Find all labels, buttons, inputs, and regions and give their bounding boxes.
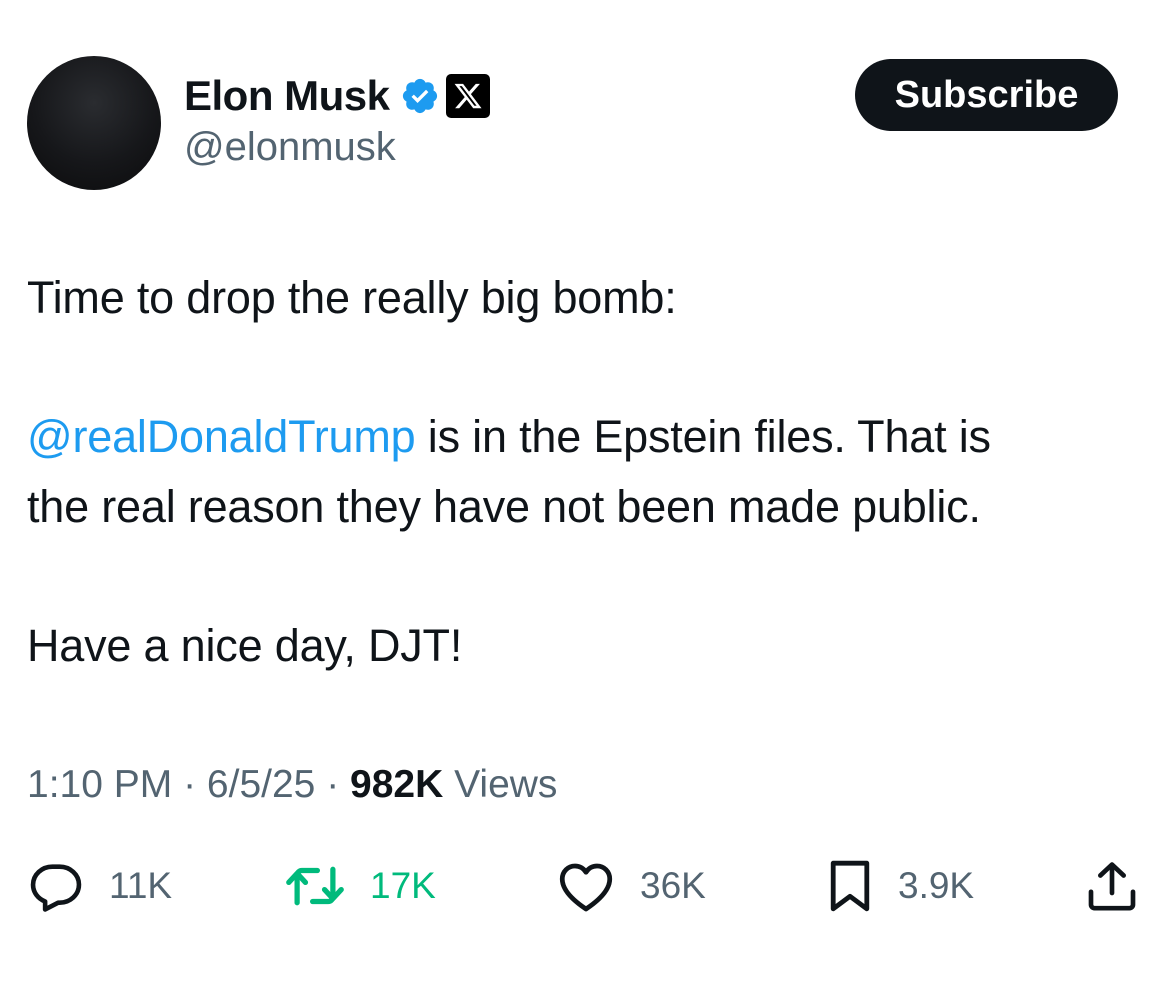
tweet-text-fragment: is in the Epstein files. That is [415,411,991,462]
avatar[interactable] [27,56,161,190]
repost-count: 17K [370,865,436,906]
meta-separator: · [172,763,207,806]
reply-button[interactable]: 11K [27,858,172,914]
views-label[interactable]: Views [443,763,557,806]
like-count: 36K [640,865,706,906]
mention-link[interactable]: @realDonaldTrump [27,411,416,462]
share-icon [1084,857,1140,915]
tweet-meta: 1:10 PM · 6/5/25 · 982K Views [27,759,557,811]
repost-button[interactable]: 17K [284,858,436,914]
bookmark-count: 3.9K [898,865,975,906]
tweet-date[interactable]: 6/5/25 [207,763,315,806]
tweet-time[interactable]: 1:10 PM [27,763,172,806]
reply-icon [27,857,85,915]
tweet-text-line: Have a nice day, DJT! [27,620,463,671]
display-name[interactable]: Elon Musk [184,72,390,120]
like-button[interactable]: 36K [556,858,706,914]
tweet-text-line: @realDonaldTrump is in the Epstein files… [27,402,991,472]
meta-separator: · [315,763,351,806]
subscribe-button[interactable]: Subscribe [855,59,1118,131]
reply-count: 11K [109,865,173,906]
author-handle[interactable]: @elonmusk [184,125,396,170]
share-button[interactable] [1084,858,1140,914]
tweet-text-line: the real reason they have not been made … [27,481,981,532]
bookmark-icon [826,856,874,916]
tweet-text-line: Time to drop the really big bomb: [27,272,677,323]
bookmark-button[interactable]: 3.9K [826,858,974,914]
verified-badge-icon[interactable] [400,76,440,116]
repost-icon [284,857,346,915]
views-count[interactable]: 982K [350,763,443,806]
heart-icon [556,858,616,914]
author-name-row: Elon Musk [184,70,490,122]
x-logo-icon[interactable] [445,74,490,118]
